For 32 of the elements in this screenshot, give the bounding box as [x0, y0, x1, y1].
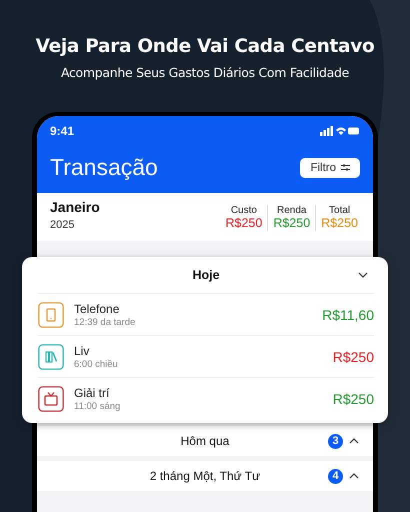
transaction-name: Giải trí	[74, 386, 110, 400]
transaction-amount: R$250	[332, 348, 374, 364]
caret-icon	[349, 473, 359, 479]
total-label: Total	[329, 205, 350, 216]
transaction-name: Telefone	[74, 302, 120, 316]
transaction-time: 11:00 sáng	[74, 400, 122, 412]
caret-icon	[349, 438, 359, 444]
group-title: Hoje	[192, 268, 220, 282]
screen-title: Transação	[50, 154, 158, 181]
total-value: R$250	[273, 216, 310, 230]
year-label: 2025	[50, 219, 76, 231]
headline: Veja Para Onde Vai Cada Centavo	[36, 36, 374, 57]
transaction-amount: R$250	[332, 390, 374, 406]
sliders-icon	[341, 163, 350, 172]
total-value: R$250	[321, 216, 358, 230]
filter-button[interactable]: Filtro	[300, 158, 360, 178]
subheadline: Acompanhe Seus Gastos Diários Com Facilidade	[60, 65, 350, 80]
chevron-down-icon[interactable]	[358, 272, 368, 278]
month-label: Janeiro	[50, 199, 100, 215]
total-value: R$250	[225, 216, 262, 230]
total-label: Renda	[277, 205, 306, 216]
transaction-time: 12:39 da tarde	[74, 316, 136, 328]
transaction-name: Liv	[74, 344, 90, 358]
status-icons-icon	[320, 126, 360, 136]
date-group-row[interactable]: 2 tháng Một, Thứ Tư 4	[37, 461, 373, 491]
count-badge: 3	[328, 434, 343, 448]
count-badge: 4	[328, 468, 343, 484]
date-group-row[interactable]: Hôm qua 3	[37, 426, 373, 456]
status-time: 9:41	[50, 124, 74, 138]
transaction-time: 6:00 chiều	[74, 358, 119, 370]
total-label: Custo	[230, 205, 257, 216]
transaction-amount: R$11,60	[322, 306, 374, 322]
